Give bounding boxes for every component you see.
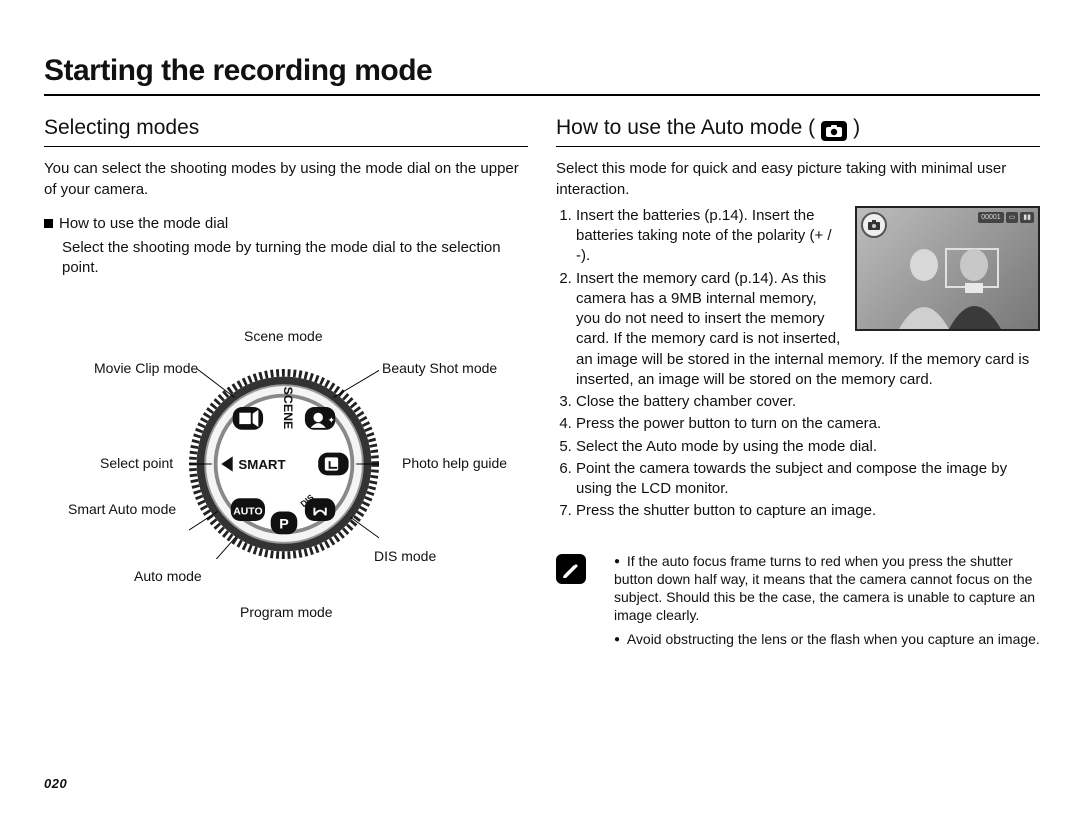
dial-p-text: P: [279, 516, 289, 532]
camera-icon: [821, 121, 847, 141]
dial-subtitle: How to use the mode dial: [59, 215, 228, 232]
step-3: Close the battery chamber cover.: [576, 392, 1040, 412]
note-box: If the auto focus frame turns to red whe…: [556, 552, 1040, 655]
note-1: If the auto focus frame turns to red whe…: [614, 552, 1040, 625]
title-rule: [44, 94, 1040, 96]
preview-subjects-icon: [879, 239, 1019, 329]
square-bullet-icon: [44, 219, 53, 228]
note-icon: [556, 554, 586, 584]
dial-scene-text: SCENE: [281, 386, 295, 429]
label-program: Program mode: [240, 605, 333, 619]
right-intro: Select this mode for quick and easy pict…: [556, 159, 1040, 200]
dial-auto-text: AUTO: [233, 506, 262, 517]
step-4: Press the power button to turn on the ca…: [576, 414, 1040, 434]
step-5: Select the Auto mode by using the mode d…: [576, 437, 1040, 457]
label-photo-help: Photo help guide: [402, 456, 507, 470]
note-list: If the auto focus frame turns to red whe…: [600, 552, 1040, 655]
lcd-preview: 00001 ▭ ▮▮: [855, 206, 1040, 331]
left-column: Selecting modes You can select the shoot…: [44, 110, 528, 659]
label-beauty: Beauty Shot mode: [382, 361, 497, 375]
right-rule: [556, 146, 1040, 147]
label-scene: Scene mode: [244, 329, 323, 343]
label-movie: Movie Clip mode: [94, 361, 198, 375]
manual-page: Starting the recording mode Selecting mo…: [0, 0, 1080, 815]
page-title: Starting the recording mode: [44, 54, 1040, 88]
left-heading: Selecting modes: [44, 114, 528, 142]
dial-smart-text: SMART: [238, 456, 285, 471]
preview-battery-icon: ▮▮: [1020, 212, 1034, 223]
step-7: Press the shutter button to capture an i…: [576, 501, 1040, 521]
label-auto: Auto mode: [134, 569, 202, 583]
mode-dial-paragraph: How to use the mode dial Select the shoo…: [44, 214, 528, 279]
step-6: Point the camera towards the subject and…: [576, 459, 1040, 500]
preview-topbar: 00001 ▭ ▮▮: [978, 212, 1034, 223]
label-dis: DIS mode: [374, 549, 436, 563]
svg-text:✦: ✦: [328, 415, 336, 425]
page-number: 020: [44, 776, 67, 791]
left-intro: You can select the shooting modes by usi…: [44, 159, 528, 200]
two-columns: Selecting modes You can select the shoot…: [44, 110, 1040, 659]
right-heading: How to use the Auto mode ( ): [556, 114, 1040, 142]
note-2: Avoid obstructing the lens or the flash …: [614, 630, 1040, 648]
mode-dial-illustration: SCENE ✦: [44, 309, 528, 659]
right-column: How to use the Auto mode ( ) Select this…: [556, 110, 1040, 659]
preview-quality-icon: ▭: [1006, 212, 1019, 223]
dial-body: Select the shooting mode by turning the …: [62, 238, 528, 279]
left-rule: [44, 146, 528, 147]
mode-dial: SCENE ✦: [189, 369, 379, 559]
label-smart-auto: Smart Auto mode: [68, 502, 176, 516]
label-select-point: Select point: [100, 456, 173, 470]
preview-mode-icon: [861, 212, 887, 238]
preview-counter: 00001: [978, 212, 1003, 223]
